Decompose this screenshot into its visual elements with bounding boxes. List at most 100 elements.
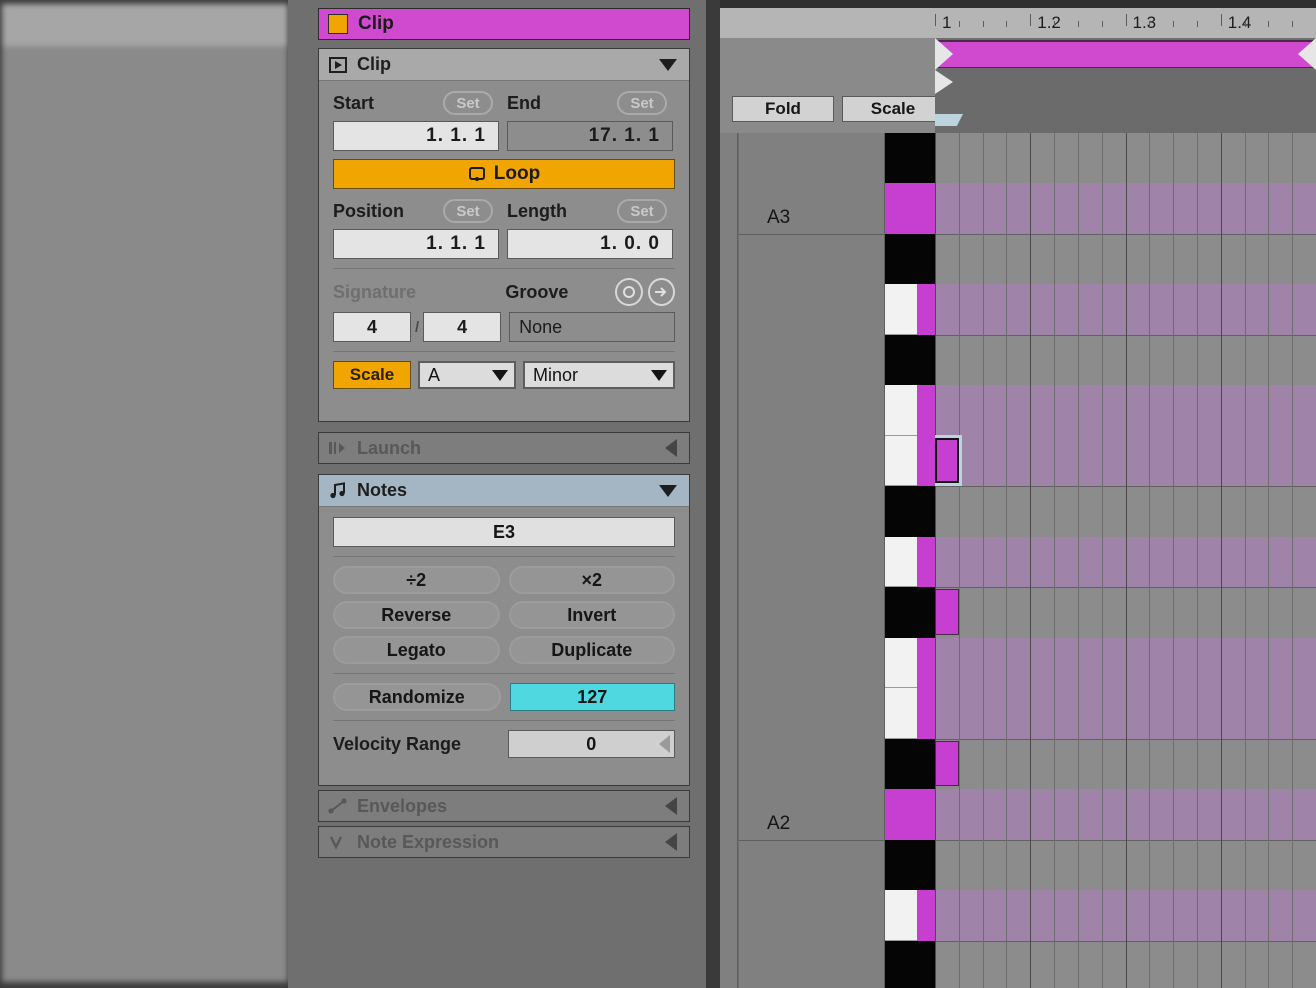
double-duration-button[interactable]: ×2	[508, 566, 675, 594]
preview-column	[720, 133, 738, 988]
piano-key[interactable]	[885, 789, 935, 840]
piano-key[interactable]	[885, 637, 935, 688]
left-pane-blurred-content	[2, 4, 288, 982]
randomize-button[interactable]: Randomize	[333, 683, 501, 711]
scale-view-button[interactable]: Scale	[842, 96, 944, 122]
piano-key[interactable]	[885, 688, 935, 739]
expression-icon	[328, 833, 348, 851]
midi-note-selected[interactable]	[935, 434, 962, 486]
piano-key[interactable]	[885, 233, 935, 284]
grid-column-line	[1244, 133, 1246, 988]
start-set-button[interactable]: Set	[443, 91, 493, 115]
piano-key[interactable]	[885, 284, 935, 335]
piano-key[interactable]	[885, 435, 935, 486]
octave-label: A3	[767, 206, 791, 228]
length-set-button[interactable]: Set	[617, 199, 667, 223]
duplicate-button[interactable]: Duplicate	[508, 636, 675, 664]
pane-divider	[288, 0, 302, 988]
position-value-field[interactable]: 1. 1. 1	[333, 229, 499, 259]
scale-highlight	[917, 536, 935, 587]
end-value-field[interactable]: 17. 1. 1	[507, 121, 673, 151]
note-name-column: A3 A2	[739, 133, 885, 988]
ruler-label: 1.3	[1132, 13, 1157, 32]
groove-apply-icon[interactable]	[647, 278, 675, 306]
invert-button[interactable]: Invert	[508, 601, 675, 629]
piano-key[interactable]	[885, 385, 935, 436]
ruler-label: 1.4	[1227, 13, 1252, 32]
piano-key[interactable]	[885, 940, 935, 988]
start-label: Start	[333, 92, 375, 113]
clip-color-swatch[interactable]	[328, 14, 348, 34]
piano-key-body	[885, 133, 935, 183]
scale-highlight	[917, 435, 935, 486]
end-set-button[interactable]: Set	[617, 91, 667, 115]
piano-key-body	[885, 839, 935, 890]
piano-key[interactable]	[885, 486, 935, 537]
envelopes-section-header[interactable]: Envelopes	[318, 790, 690, 822]
loop-brace[interactable]	[935, 40, 1316, 68]
piano-key[interactable]	[885, 536, 935, 587]
fold-button[interactable]: Fold	[732, 96, 834, 122]
signature-numerator-field[interactable]: 4	[333, 312, 411, 342]
divider	[333, 268, 675, 269]
ruler-minor-tick	[1149, 21, 1151, 27]
grid-column-line	[1292, 133, 1294, 988]
piano-key[interactable]	[885, 334, 935, 385]
grid-column-line	[1030, 133, 1032, 988]
piano-key-body	[885, 587, 935, 638]
clip-title-label: Clip	[358, 13, 394, 34]
position-set-button[interactable]: Set	[443, 199, 493, 223]
piano-key[interactable]	[885, 839, 935, 890]
scale-toggle-button[interactable]: Scale	[333, 361, 411, 389]
legato-button[interactable]: Legato	[333, 636, 500, 664]
launch-expand-triangle[interactable]	[665, 439, 677, 457]
ruler-label: 1	[942, 13, 952, 32]
piano-key-body	[885, 183, 935, 234]
launch-section-header[interactable]: Launch	[318, 432, 690, 464]
groove-value-field[interactable]: None	[509, 312, 675, 342]
ruler-minor-tick	[1173, 21, 1175, 27]
groove-commit-icon[interactable]	[615, 278, 643, 306]
midi-note[interactable]	[935, 589, 959, 635]
start-value-field[interactable]: 1. 1. 1	[333, 121, 499, 151]
envelopes-expand-triangle[interactable]	[665, 797, 677, 815]
piano-key-body	[885, 789, 935, 840]
piano-key[interactable]	[885, 890, 935, 941]
scale-mode-dropdown[interactable]: Minor	[523, 361, 675, 389]
note-expression-section-header[interactable]: Note Expression	[318, 826, 690, 858]
halve-duration-button[interactable]: ÷2	[333, 566, 500, 594]
signature-denominator-field[interactable]: 4	[423, 312, 502, 342]
velocity-field[interactable]: 127	[509, 683, 675, 711]
notes-collapse-triangle[interactable]	[659, 484, 677, 497]
midi-note[interactable]	[935, 740, 959, 786]
clip-section: Clip Start Set End Set 1. 1. 1 17. 1. 1 …	[318, 48, 690, 422]
scale-highlight	[917, 637, 935, 688]
piano-key[interactable]	[885, 133, 935, 183]
notes-section-header[interactable]: Notes	[319, 475, 689, 507]
clip-collapse-triangle[interactable]	[659, 58, 677, 71]
reverse-button[interactable]: Reverse	[333, 601, 500, 629]
clip-title-bar[interactable]: Clip	[318, 8, 690, 40]
note-grid[interactable]	[935, 133, 1316, 988]
piano-key[interactable]	[885, 587, 935, 638]
time-ruler[interactable]: 1 1.2 1.3 1.4	[935, 8, 1316, 38]
length-value-field[interactable]: 1. 0. 0	[507, 229, 673, 259]
loop-toggle-button[interactable]: Loop	[333, 159, 675, 189]
piano-key[interactable]	[885, 738, 935, 789]
clip-section-header[interactable]: Clip	[319, 49, 689, 81]
scale-root-dropdown[interactable]: A	[418, 361, 516, 389]
velocity-range-field[interactable]: 0	[507, 730, 675, 758]
envelope-curve-icon	[328, 797, 348, 815]
notes-section: Notes E3 ÷2 ×2 Reverse Invert Legato Dup…	[318, 474, 690, 786]
chevron-down-icon	[651, 369, 667, 381]
piano-key[interactable]	[885, 183, 935, 234]
notes-section-body: E3 ÷2 ×2 Reverse Invert Legato Duplicate…	[319, 507, 689, 770]
grid-column-line	[935, 133, 936, 988]
ruler-minor-tick	[1196, 21, 1198, 27]
grid-column-line	[958, 133, 960, 988]
note-expression-expand-triangle[interactable]	[665, 833, 677, 851]
end-label: End	[507, 92, 541, 113]
scale-highlight	[917, 385, 935, 436]
piano-keyboard[interactable]	[885, 133, 935, 988]
note-pitch-field[interactable]: E3	[333, 517, 675, 547]
